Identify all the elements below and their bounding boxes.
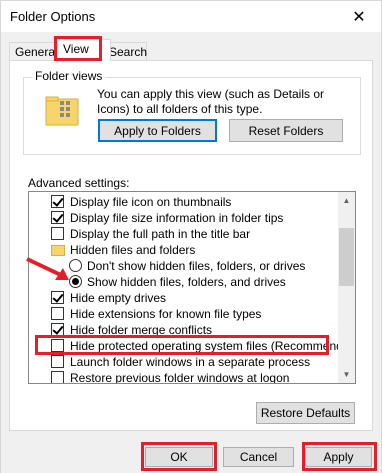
advanced-setting-label: Hide empty drives [70,291,167,305]
advanced-setting-label: Show hidden files, folders, and drives [87,275,286,289]
folder-views-description: You can apply this view (such as Details… [97,87,325,116]
tab-general[interactable]: General [9,42,58,61]
scroll-down-icon[interactable]: ▼ [338,366,355,383]
scroll-up-icon[interactable]: ▲ [338,192,355,209]
advanced-settings-list[interactable]: Display file icon on thumbnails Display f… [28,191,356,384]
advanced-settings-label: Advanced settings: [28,176,130,190]
advanced-setting-label: Display file size information in folder … [70,211,284,225]
ok-button-highlight [141,442,217,471]
advanced-setting-label: Hidden files and folders [70,243,196,257]
reset-folders-button[interactable]: Reset Folders [229,119,343,142]
hide-protected-files-highlight [35,335,329,355]
apply-to-folders-button[interactable]: Apply to Folders [98,119,217,142]
checkbox-unchecked[interactable] [51,307,64,320]
advanced-setting-label: Restore previous folder windows at logon [70,371,290,384]
window-title: Folder Options [10,9,96,24]
advanced-setting-label: Launch folder windows in a separate proc… [70,355,311,369]
advanced-settings-scrollbar[interactable]: ▲ ▼ [338,192,355,383]
checkbox-unchecked[interactable] [51,355,64,368]
advanced-setting-label: Don't show hidden files, folders, or dri… [87,259,306,273]
cancel-button[interactable]: Cancel [223,447,294,467]
apply-button-highlight [302,442,377,471]
folder-views-icon [45,96,79,126]
view-tab-highlight [54,36,102,61]
close-button[interactable]: ✕ [337,1,381,32]
red-arrow-icon [26,257,69,280]
folder-views-label: Folder views [32,69,106,83]
title-bar: Folder Options ✕ [1,1,381,32]
folder-options-window: Folder Options ✕ General Search View Fol… [0,0,382,473]
advanced-setting-label: Display file icon on thumbnails [70,195,232,209]
checkbox-unchecked[interactable] [51,227,64,240]
close-icon: ✕ [352,8,366,26]
checkbox-checked[interactable] [51,291,64,304]
checkbox-unchecked[interactable] [51,371,64,383]
checkbox-checked[interactable] [51,211,64,224]
folder-icon [51,245,65,256]
restore-defaults-button[interactable]: Restore Defaults [256,402,355,424]
advanced-setting-label: Display the full path in the title bar [70,227,251,241]
scroll-thumb[interactable] [339,228,354,286]
checkbox-checked[interactable] [51,195,64,208]
advanced-setting-label: Hide extensions for known file types [70,307,262,321]
